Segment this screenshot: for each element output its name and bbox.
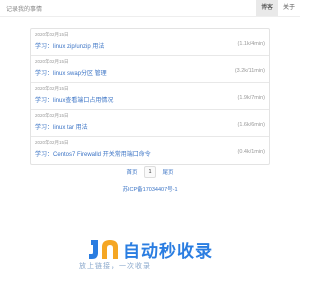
top-bar: 记录我的事情 博客 关于 [0,0,300,17]
first-page-link[interactable]: 首页 [123,166,140,178]
brand-name: 自动秒收录 [123,242,213,261]
post-list: 2020年02月15日 学习：linux zip/unzip 用法 (1.1k/… [30,28,270,165]
post-date: 2020年02月15日 [35,140,69,145]
post-date: 2020年02月15日 [35,113,69,118]
post-meta: (0.4k/1min) [237,149,265,155]
current-page[interactable]: 1 [144,166,156,178]
post-meta: (1.9k/7min) [237,95,265,101]
post-meta: (1.1k/4min) [237,41,265,47]
site-title[interactable]: 记录我的事情 [6,4,42,13]
post-title-link[interactable]: 学习：Centos7 Firewalld 开关常用端口命令 [35,149,151,158]
post-item: 2020年02月15日 学习：linux zip/unzip 用法 (1.1k/… [31,29,269,56]
post-item: 2020年02月15日 学习：linux tar 用法 (1.6k/6min) [31,110,269,137]
icp-license-link[interactable]: 苏ICP备17034407号-1 [0,185,300,193]
brand-slogan: 放上链接，一次收录 [79,263,151,270]
watermark-logo: 自动秒收录 放上链接，一次收录 [79,236,287,276]
post-title-link[interactable]: 学习：linux zip/unzip 用法 [35,41,104,50]
post-title-link[interactable]: 学习：linux查看端口占用情况 [35,95,113,104]
nav-about[interactable]: 关于 [278,0,300,16]
nav-blog[interactable]: 博客 [255,0,278,16]
post-item: 2020年02月15日 学习：linux查看端口占用情况 (1.9k/7min) [31,83,269,110]
last-page-link[interactable]: 尾页 [160,166,177,178]
pagination: 首页 1 尾页 [0,166,300,178]
post-meta: (3.2k/11min) [234,68,265,74]
post-date: 2020年02月15日 [35,86,69,91]
post-item: 2020年02月15日 学习：Centos7 Firewalld 开关常用端口命… [31,137,269,164]
post-title-link[interactable]: 学习：linux tar 用法 [35,122,88,131]
post-date: 2020年02月15日 [35,32,69,37]
post-title-link[interactable]: 学习：linux swap分区 管理 [35,68,107,77]
post-item: 2020年02月15日 学习：linux swap分区 管理 (3.2k/11m… [31,56,269,83]
post-meta: (1.6k/6min) [237,122,265,128]
main-nav: 博客 关于 [255,0,300,16]
brand-logo-icon [89,240,118,259]
post-date: 2020年02月15日 [35,59,69,64]
